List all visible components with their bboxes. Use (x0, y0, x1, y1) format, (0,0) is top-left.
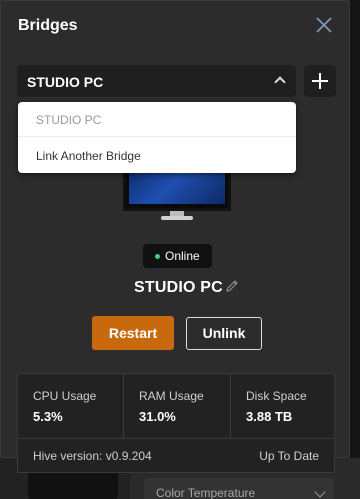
panel-title: Bridges (18, 17, 78, 34)
stat-value: 5.3% (33, 409, 63, 424)
update-status: Up To Date (259, 449, 319, 463)
bridge-dropdown-menu: STUDIO PC Link Another Bridge (18, 102, 296, 173)
stat-label: Disk Space (246, 389, 307, 403)
color-temperature-select[interactable]: Color Temperature (144, 478, 334, 499)
bridge-selector[interactable]: STUDIO PC (17, 65, 296, 97)
pencil-icon[interactable] (224, 278, 240, 294)
restart-button[interactable]: Restart (92, 316, 174, 350)
background-app-edge (350, 0, 360, 499)
stats-panel: CPU Usage 5.3% RAM Usage 31.0% Disk Spac… (17, 373, 335, 440)
close-icon (316, 17, 332, 33)
status-dot-icon (155, 254, 160, 259)
version-text: Hive version: v0.9.204 (33, 449, 152, 463)
stat-cpu: CPU Usage 5.3% (18, 374, 123, 440)
unlink-button[interactable]: Unlink (186, 317, 262, 350)
close-button[interactable] (313, 14, 335, 36)
stat-value: 31.0% (139, 409, 176, 424)
chevron-up-icon (274, 76, 286, 88)
stat-disk: Disk Space 3.88 TB (230, 374, 335, 440)
stat-value: 3.88 TB (246, 409, 293, 424)
chevron-down-icon (314, 486, 326, 498)
status-text: Online (165, 249, 200, 263)
version-row: Hive version: v0.9.204 Up To Date (17, 439, 335, 473)
stat-ram: RAM Usage 31.0% (123, 374, 230, 440)
status-badge: Online (143, 244, 212, 268)
bridge-selector-value: STUDIO PC (27, 74, 104, 90)
device-name: STUDIO PC (134, 279, 223, 296)
dropdown-item-link-another-bridge[interactable]: Link Another Bridge (18, 138, 296, 173)
color-temperature-label: Color Temperature (156, 486, 256, 499)
dropdown-item-studio-pc[interactable]: STUDIO PC (18, 102, 296, 137)
stat-label: CPU Usage (33, 389, 97, 403)
add-bridge-button[interactable] (304, 65, 336, 97)
stat-label: RAM Usage (139, 389, 204, 403)
